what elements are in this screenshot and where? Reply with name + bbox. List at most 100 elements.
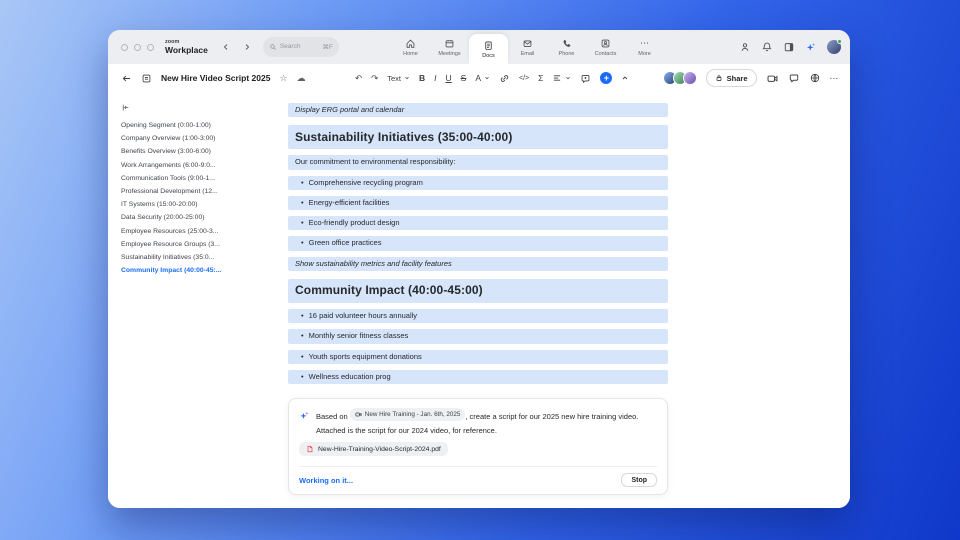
outline-item[interactable]: Opening Segment (0:00-1:00): [121, 119, 273, 132]
bullet-text: Comprehensive recycling program: [308, 177, 423, 187]
strikethrough-button[interactable]: S: [461, 74, 467, 83]
doc-block-p[interactable]: Our commitment to environmental responsi…: [288, 155, 668, 170]
tab-label: Phone: [558, 51, 575, 57]
meeting-reference-chip[interactable]: New Hire Training - Jan. 6th, 2025: [349, 408, 466, 422]
envelope-icon: [522, 37, 533, 49]
link-icon[interactable]: [499, 73, 510, 84]
nav-forward-button[interactable]: [243, 43, 251, 51]
tab-home[interactable]: Home: [391, 30, 430, 64]
italic-button[interactable]: I: [434, 74, 436, 83]
home-icon: [405, 37, 416, 49]
align-dropdown[interactable]: [552, 73, 571, 83]
ai-prompt-text: Based on New Hire Training - Jan. 6th, 2…: [316, 408, 638, 437]
doc-block-bullet[interactable]: • Energy-efficient facilities: [288, 195, 668, 211]
tab-meetings[interactable]: Meetings: [430, 30, 469, 64]
favorite-star-icon[interactable]: ☆: [279, 73, 287, 83]
contacts-status-icon[interactable]: [739, 41, 751, 53]
bullet-text: Green office practices: [308, 238, 382, 248]
undo-icon[interactable]: ↶: [355, 74, 362, 83]
doc-block-italic[interactable]: Display ERG portal and calendar: [288, 103, 668, 118]
outline-item[interactable]: Employee Resource Groups (3...: [121, 238, 273, 251]
tab-label: Meetings: [438, 51, 461, 57]
redo-icon[interactable]: ↷: [371, 74, 378, 83]
tab-contacts[interactable]: Contacts: [586, 30, 625, 64]
collaborator-avatars[interactable]: [662, 71, 697, 85]
formula-icon[interactable]: Σ: [538, 74, 543, 83]
insert-plus-button[interactable]: +: [600, 72, 613, 84]
lock-icon: [716, 75, 721, 81]
search-input[interactable]: Search ⌘F: [262, 37, 339, 57]
doc-block-h[interactable]: Community Impact (40:00-45:00): [288, 278, 668, 304]
globe-icon[interactable]: [809, 72, 821, 84]
collapse-outline-icon[interactable]: [121, 103, 280, 112]
doc-block-bullet[interactable]: • Youth sports equipment donations: [288, 349, 668, 364]
notifications-bell-icon[interactable]: [761, 41, 773, 53]
zoom-window-button[interactable]: [147, 43, 154, 51]
doc-list-icon[interactable]: [141, 73, 152, 84]
underline-button[interactable]: U: [446, 74, 452, 83]
doc-block-bullet[interactable]: • Green office practices: [288, 236, 668, 251]
tab-label: Email: [520, 51, 535, 57]
search-shortcut: ⌘F: [322, 44, 333, 51]
comment-icon[interactable]: [580, 73, 591, 84]
user-avatar[interactable]: [827, 39, 842, 54]
chat-bubble-icon[interactable]: [788, 72, 800, 84]
window-controls[interactable]: [121, 43, 154, 51]
video-camera-icon[interactable]: [766, 72, 779, 85]
pdf-attachment-chip[interactable]: New-Hire-Training-Video-Script-2024.pdf: [299, 442, 448, 457]
outline-list: Opening Segment (0:00-1:00) Company Overv…: [121, 119, 280, 277]
outline-item[interactable]: Employee Resources (25:00-3...: [121, 225, 273, 238]
video-chip-icon: [355, 412, 362, 417]
tab-phone[interactable]: Phone: [547, 30, 586, 64]
outline-item[interactable]: IT Systems (15:00-20:00): [121, 198, 273, 211]
logo-workplace-text: Workplace: [165, 45, 208, 55]
tab-label: More: [638, 51, 651, 57]
outline-item[interactable]: Work Arrangements (6:00-9:0...: [121, 159, 273, 172]
text-style-dropdown[interactable]: Text: [387, 74, 410, 83]
outline-item[interactable]: Professional Development (12...: [121, 185, 273, 198]
more-options-icon[interactable]: ⋯: [830, 74, 839, 83]
doc-block-italic[interactable]: Show sustainability metrics and facility…: [288, 256, 668, 271]
outline-item[interactable]: Communication Tools (9:00-1...: [121, 172, 273, 185]
text-color-dropdown[interactable]: A: [475, 74, 490, 83]
document-title[interactable]: New Hire Video Script 2025: [161, 73, 270, 83]
stop-button[interactable]: Stop: [621, 473, 657, 488]
tab-more[interactable]: ⋯ More: [625, 30, 664, 64]
doc-block-bullet[interactable]: • Comprehensive recycling program: [288, 175, 668, 190]
side-panel-icon[interactable]: [783, 41, 795, 53]
ai-companion-icon[interactable]: [805, 41, 817, 53]
share-button[interactable]: Share: [705, 69, 757, 87]
outline-item[interactable]: Community Impact (40:00-45:...: [121, 264, 273, 277]
chevron-down-icon: [485, 76, 489, 80]
bullet-dot: •: [301, 238, 304, 248]
search-placeholder: Search: [279, 42, 301, 50]
bullet-dot: •: [301, 351, 304, 361]
chevron-down-icon: [405, 76, 409, 80]
align-lines-icon: [554, 75, 561, 81]
collaborator-avatar[interactable]: [682, 71, 697, 85]
code-icon[interactable]: </>: [519, 75, 529, 82]
close-window-button[interactable]: [121, 43, 128, 51]
ai-sparkle-icon: [299, 410, 310, 437]
bullet-dot: •: [301, 218, 304, 228]
outline-item[interactable]: Benefits Overview (3:00-6:00): [121, 145, 273, 158]
nav-back-button[interactable]: [222, 43, 230, 51]
doc-block-bullet[interactable]: • Monthly senior fitness classes: [288, 329, 668, 344]
doc-block-h[interactable]: Sustainability Initiatives (35:00-40:00): [288, 125, 668, 150]
outline-item[interactable]: Sustainability Initiatives (35:0...: [121, 251, 273, 264]
doc-block-bullet[interactable]: • Wellness education prog: [288, 369, 668, 385]
bullet-text: 16 paid volunteer hours annually: [308, 311, 418, 321]
back-arrow-icon[interactable]: [121, 73, 132, 84]
collapse-toolbar-icon[interactable]: [621, 74, 629, 82]
outline-item[interactable]: Data Security (20:00-25:00): [121, 211, 273, 224]
bullet-dot: •: [301, 311, 304, 321]
tab-email[interactable]: Email: [508, 30, 547, 64]
bold-button[interactable]: B: [419, 74, 425, 83]
doc-block-bullet[interactable]: • 16 paid volunteer hours annually: [288, 309, 668, 324]
phone-icon: [561, 37, 572, 49]
minimize-window-button[interactable]: [134, 43, 141, 51]
document-body[interactable]: Display ERG portal and calendar Sustainab…: [288, 92, 668, 508]
tab-docs[interactable]: Docs: [469, 34, 508, 64]
doc-block-bullet[interactable]: • Eco-friendly product design: [288, 216, 668, 231]
outline-item[interactable]: Company Overview (1:00-3:00): [121, 132, 273, 145]
